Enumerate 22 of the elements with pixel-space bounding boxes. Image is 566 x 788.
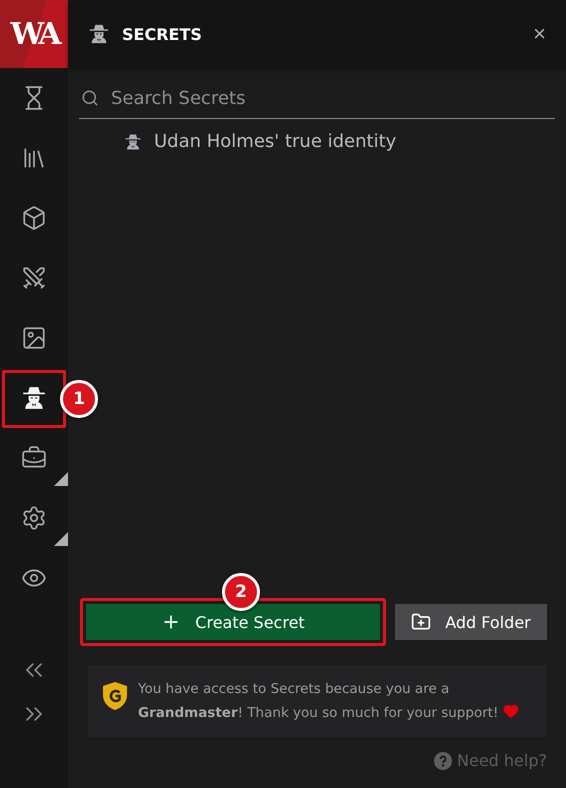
logo[interactable]: WA: [0, 0, 68, 68]
settings-icon: [21, 505, 47, 531]
folder-plus-icon: [411, 612, 432, 632]
search-icon: [81, 89, 99, 107]
secret-item[interactable]: Udan Holmes' true identity: [154, 131, 396, 152]
image-icon: [21, 325, 47, 351]
notice-text: You have access to Secrets because you are a Grandmaster! Thank you so much for your support!: [138, 677, 533, 725]
cube-icon: [21, 205, 47, 231]
panel-title: SECRETS: [122, 24, 203, 44]
callout-badge: 1: [60, 380, 98, 418]
spy-icon: [88, 23, 110, 45]
help-icon: [434, 752, 452, 770]
search-field[interactable]: Search Secrets: [109, 86, 555, 110]
spy-icon: [21, 385, 47, 411]
spy-icon: [124, 132, 142, 150]
shield-icon: [102, 681, 128, 711]
heart-icon: [502, 703, 519, 719]
create-button[interactable]: Create Secret: [86, 604, 380, 640]
add-folder-button[interactable]: Add Folder: [395, 604, 547, 640]
callout-badge: 2: [222, 573, 260, 611]
close-button[interactable]: ×: [533, 21, 546, 47]
swords-icon: [21, 265, 47, 291]
